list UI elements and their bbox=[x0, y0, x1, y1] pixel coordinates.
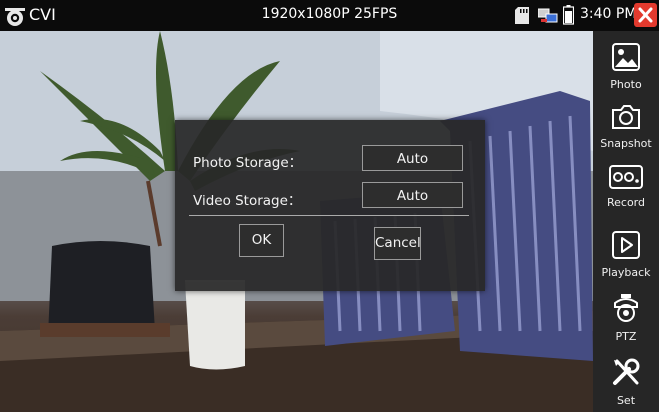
status-bar: CVI 1920x1080P 25FPS 3:40 PM bbox=[0, 0, 659, 31]
video-storage-select[interactable]: Auto bbox=[362, 182, 463, 208]
photo-storage-select[interactable]: Auto bbox=[362, 145, 463, 171]
sidebar-item-label: Snapshot bbox=[600, 137, 652, 150]
ptz-camera-icon bbox=[614, 294, 638, 322]
ptz-button[interactable]: PTZ bbox=[593, 281, 659, 343]
clock: 3:40 PM bbox=[580, 6, 637, 22]
camera-icon bbox=[612, 105, 640, 129]
sidebar-item-label: Photo bbox=[610, 78, 642, 91]
photo-storage-label: Photo Storage： bbox=[193, 155, 303, 171]
cancel-button[interactable]: Cancel bbox=[374, 227, 421, 260]
video-storage-label: Video Storage： bbox=[193, 193, 302, 209]
sidebar-toolbar: Photo Snapshot Record Playback PTZ Set bbox=[593, 31, 659, 412]
resolution-label: 1920x1080P 25FPS bbox=[261, 6, 398, 22]
record-button[interactable]: Record bbox=[593, 153, 659, 211]
set-button[interactable]: Set bbox=[593, 345, 659, 407]
ok-button[interactable]: OK bbox=[239, 224, 284, 257]
close-button[interactable] bbox=[634, 3, 657, 27]
video-record-icon bbox=[609, 165, 643, 189]
playback-button[interactable]: Playback bbox=[593, 219, 659, 279]
storage-dialog: Photo Storage： Auto Video Storage： Auto … bbox=[175, 120, 485, 291]
sidebar-item-label: PTZ bbox=[615, 330, 637, 343]
sd-card-icon bbox=[515, 7, 529, 24]
sidebar-item-label: Set bbox=[616, 394, 636, 407]
network-icon bbox=[538, 8, 558, 23]
sidebar-item-label: Playback bbox=[601, 266, 651, 279]
tools-icon bbox=[613, 358, 640, 385]
snapshot-button[interactable]: Snapshot bbox=[593, 92, 659, 150]
image-icon bbox=[612, 43, 640, 71]
dialog-divider bbox=[189, 215, 469, 216]
play-icon bbox=[612, 231, 640, 259]
battery-icon bbox=[563, 5, 574, 25]
sidebar-item-label: Record bbox=[606, 196, 645, 209]
photo-button[interactable]: Photo bbox=[593, 31, 659, 91]
